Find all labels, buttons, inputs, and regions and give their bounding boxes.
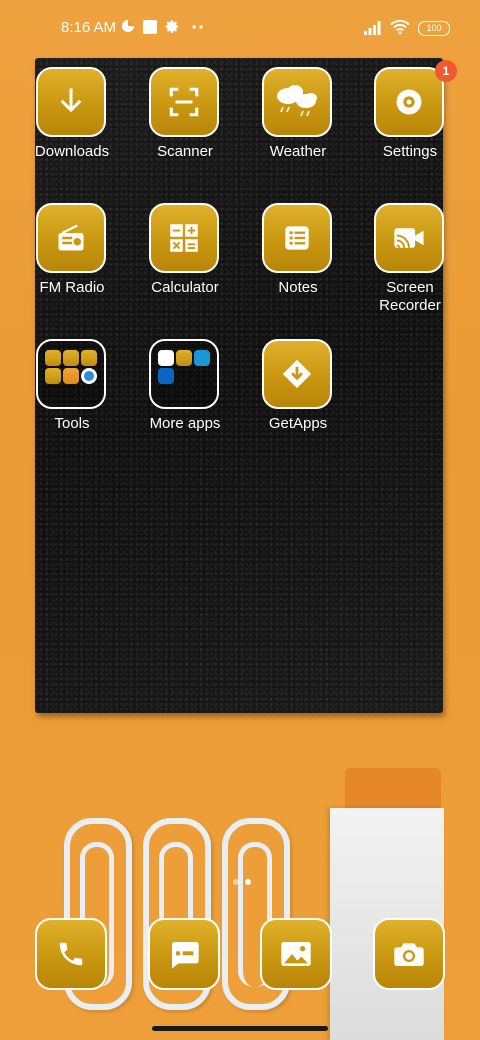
app-label: FM Radio <box>39 279 105 296</box>
gesture-navigation-bar[interactable] <box>152 1026 328 1031</box>
signal-icon <box>364 21 381 35</box>
app-label: Calculator <box>151 279 219 296</box>
app-label: Notes <box>278 279 318 296</box>
dock-messages[interactable] <box>148 918 220 990</box>
dock-camera[interactable] <box>373 918 445 990</box>
gear-icon <box>374 67 444 137</box>
app-label: Tools <box>54 415 90 432</box>
app-label: Downloads <box>34 143 110 160</box>
status-bar: 8:16 AM 100 <box>0 0 480 56</box>
gallery-icon <box>281 942 311 966</box>
wifi-icon <box>390 19 410 35</box>
status-time: 8:16 AM <box>61 19 117 36</box>
getapps-icon <box>262 339 332 409</box>
scan-frame-icon <box>149 67 219 137</box>
app-label: More apps <box>149 415 221 432</box>
notification-square-icon <box>143 20 157 34</box>
settings-notification-icon <box>165 20 179 33</box>
notification-badge: 1 <box>435 60 457 82</box>
app-label: Weather <box>269 143 327 160</box>
dock-phone[interactable] <box>35 918 107 990</box>
app-label: Scanner <box>157 143 213 160</box>
folder-icon <box>36 339 106 409</box>
phone-icon <box>59 942 83 966</box>
more-notifications-icon <box>192 25 203 29</box>
page-indicator-dot <box>233 879 239 885</box>
battery-indicator: 100 <box>418 21 450 36</box>
radio-icon <box>36 203 106 273</box>
app-label: Settings <box>382 143 438 160</box>
camera-icon <box>394 943 424 966</box>
data-saver-icon <box>122 20 134 32</box>
wallpaper-eraser-shadow <box>345 768 441 812</box>
list-icon <box>262 203 332 273</box>
dock-gallery[interactable] <box>260 918 332 990</box>
calculator-icon <box>149 203 219 273</box>
app-label: Screen Recorder <box>379 279 441 314</box>
screen-cast-icon <box>374 203 444 273</box>
page-indicator-dot-active <box>245 879 251 885</box>
app-label: GetApps <box>268 415 328 432</box>
download-arrow-icon <box>36 67 106 137</box>
cloud-rain-icon <box>262 67 332 137</box>
message-icon <box>172 942 199 969</box>
folder-icon <box>149 339 219 409</box>
